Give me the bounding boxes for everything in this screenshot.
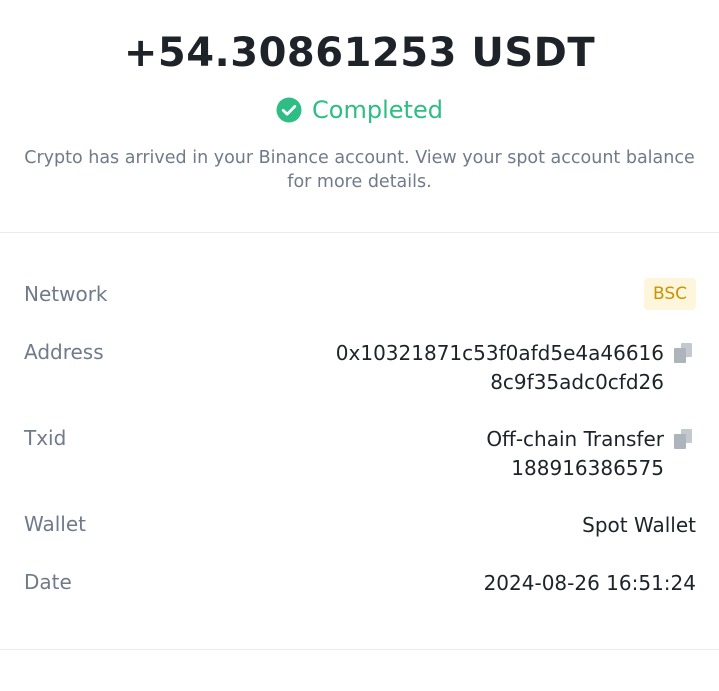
- address-label: Address: [24, 340, 104, 364]
- txid-line-1: Off-chain Transfer: [486, 427, 664, 451]
- txid-label: Txid: [24, 426, 67, 450]
- status-description: Crypto has arrived in your Binance accou…: [24, 148, 695, 192]
- transaction-amount: +54.30861253 USDT: [123, 30, 596, 76]
- status-text: Completed: [312, 96, 443, 124]
- txid-line-2: 188916386575: [511, 456, 664, 480]
- transaction-header: +54.30861253 USDT Completed Crypto has a…: [0, 0, 719, 232]
- date-value: 2024-08-26 16:51:24: [483, 571, 696, 595]
- address-line-2: 8c9f35adc0cfd26: [490, 370, 664, 394]
- txid-value: Off-chain Transfer 188916386575: [486, 425, 664, 483]
- check-circle-icon: [276, 97, 302, 123]
- address-line-1: 0x10321871c53f0afd5e4a46616: [335, 341, 664, 365]
- status-row: Completed: [0, 96, 719, 124]
- network-badge: BSC: [643, 278, 696, 310]
- wallet-label: Wallet: [24, 512, 87, 536]
- copy-icon[interactable]: [674, 343, 692, 363]
- wallet-value: Spot Wallet: [582, 513, 696, 537]
- copy-icon[interactable]: [674, 429, 692, 449]
- address-value: 0x10321871c53f0afd5e4a46616 8c9f35adc0cf…: [336, 339, 664, 397]
- date-label: Date: [24, 570, 72, 594]
- divider: [0, 232, 719, 233]
- network-label: Network: [24, 282, 108, 306]
- divider: [0, 649, 719, 650]
